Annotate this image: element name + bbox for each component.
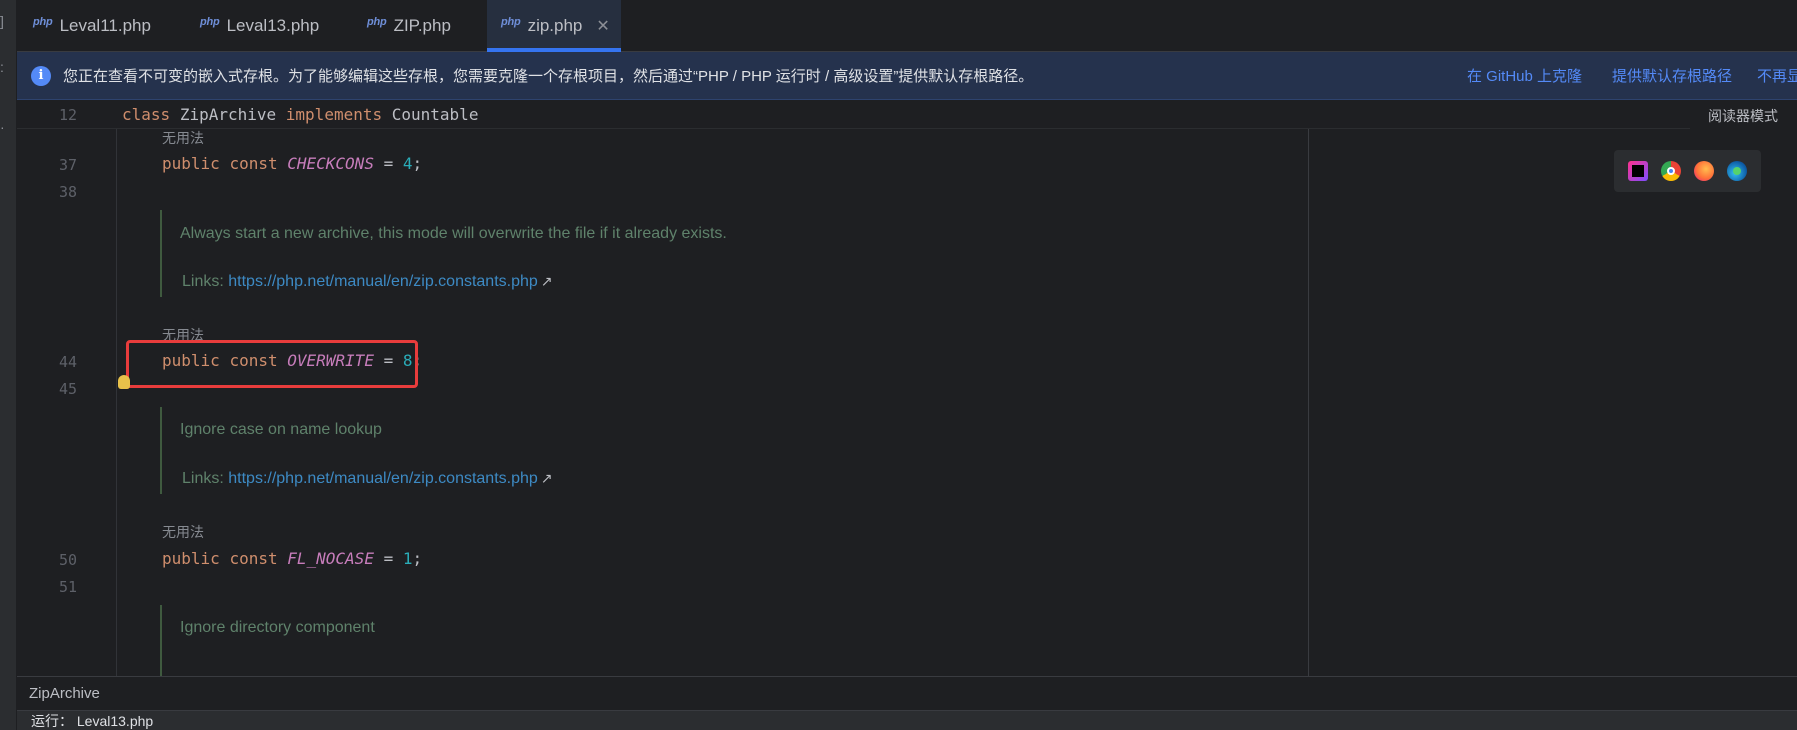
line-number: 44 <box>58 353 77 371</box>
firefox-icon[interactable] <box>1693 161 1714 181</box>
doc-text: Ignore case on name lookup <box>180 421 382 438</box>
doc-comment-block <box>160 210 162 297</box>
chrome-icon[interactable] <box>1661 161 1682 181</box>
run-label[interactable]: 运行： Leval13.php <box>31 713 153 729</box>
browser-preview-popup <box>1614 150 1761 192</box>
code-line-checkcons: public const CHECKCONS = 4; <box>162 154 423 173</box>
tool-window-icon[interactable]: : <box>0 60 6 74</box>
usages-hint[interactable]: 无用法 <box>162 522 204 542</box>
tab-label: Leval13.php <box>226 16 320 35</box>
line-number: 51 <box>58 578 77 596</box>
tab-label: ZIP.php <box>393 16 451 35</box>
editor-tab-bar: php Leval11.php php Leval13.php php ZIP.… <box>17 0 1797 52</box>
stub-notification-banner: i 您正在查看不可变的嵌入式存根。为了能够编辑这些存根，您需要克隆一个存根项目，… <box>17 52 1797 100</box>
code-editor[interactable]: 12 class ZipArchive implements Countable… <box>17 101 1797 676</box>
breadcrumb: ZipArchive <box>17 676 1797 710</box>
doc-text: Ignore directory component <box>180 619 375 636</box>
class-declaration: class ZipArchive implements Countable <box>122 105 479 124</box>
line-number: 50 <box>58 551 77 569</box>
breadcrumb-item[interactable]: ZipArchive <box>29 685 100 702</box>
annotation-highlight-box <box>126 340 418 388</box>
clone-on-github-link[interactable]: 在 GitHub 上克隆 <box>1467 65 1582 86</box>
tab-leval13[interactable]: php Leval13.php <box>184 0 335 52</box>
run-tool-window-header: 运行： Leval13.php <box>17 710 1797 730</box>
php-file-icon: php <box>501 16 521 28</box>
doc-comment-block <box>160 407 162 494</box>
phpstorm-icon[interactable] <box>1628 161 1649 181</box>
panel-toggle-icon[interactable]: ] <box>0 14 6 28</box>
left-tool-strip: ] : · <box>0 0 17 730</box>
external-link-icon: ↗ <box>540 273 553 289</box>
external-link-icon: ↗ <box>540 470 553 486</box>
doc-links: Links: https://php.net/manual/en/zip.con… <box>182 273 553 290</box>
indent-guide <box>116 129 117 676</box>
line-number: 37 <box>58 156 77 174</box>
tab-label: Leval11.php <box>59 16 151 35</box>
usages-hint[interactable]: 无用法 <box>162 128 204 148</box>
banner-message: 您正在查看不可变的嵌入式存根。为了能够编辑这些存根，您需要克隆一个存根项目，然后… <box>63 68 1034 85</box>
line-number: 45 <box>58 380 77 398</box>
right-margin-guide <box>1308 129 1309 676</box>
close-icon[interactable]: ✕ <box>596 16 609 36</box>
php-file-icon: php <box>33 16 53 28</box>
php-file-icon: php <box>367 16 387 28</box>
tab-label: zip.php <box>527 16 583 35</box>
tab-zip-active[interactable]: php zip.php ✕ <box>487 0 621 52</box>
line-number: 12 <box>58 106 77 124</box>
provide-stub-path-link[interactable]: 提供默认存根路径 <box>1612 65 1732 86</box>
doc-comment-block <box>160 605 162 676</box>
doc-links: Links: https://php.net/manual/en/zip.con… <box>182 470 553 487</box>
edge-icon[interactable] <box>1726 161 1747 181</box>
sticky-class-header[interactable]: 12 class ZipArchive implements Countable <box>17 101 1797 129</box>
lightbulb-icon[interactable] <box>118 375 130 389</box>
dont-show-again-link[interactable]: 不再显示 <box>1757 65 1797 86</box>
php-file-icon: php <box>200 16 220 28</box>
tab-leval11[interactable]: php Leval11.php <box>17 0 167 52</box>
code-line-fl-nocase: public const FL_NOCASE = 1; <box>162 549 423 568</box>
reader-mode-toggle[interactable]: 阅读器模式 <box>1690 101 1797 131</box>
info-icon: i <box>31 65 51 86</box>
doc-text: Always start a new archive, this mode wi… <box>180 225 727 242</box>
doc-link[interactable]: https://php.net/manual/en/zip.constants.… <box>228 470 538 487</box>
line-number: 38 <box>58 183 77 201</box>
tool-window-icon[interactable]: · <box>0 120 6 134</box>
tab-zip-upper[interactable]: php ZIP.php <box>351 0 467 52</box>
doc-link[interactable]: https://php.net/manual/en/zip.constants.… <box>228 273 538 290</box>
